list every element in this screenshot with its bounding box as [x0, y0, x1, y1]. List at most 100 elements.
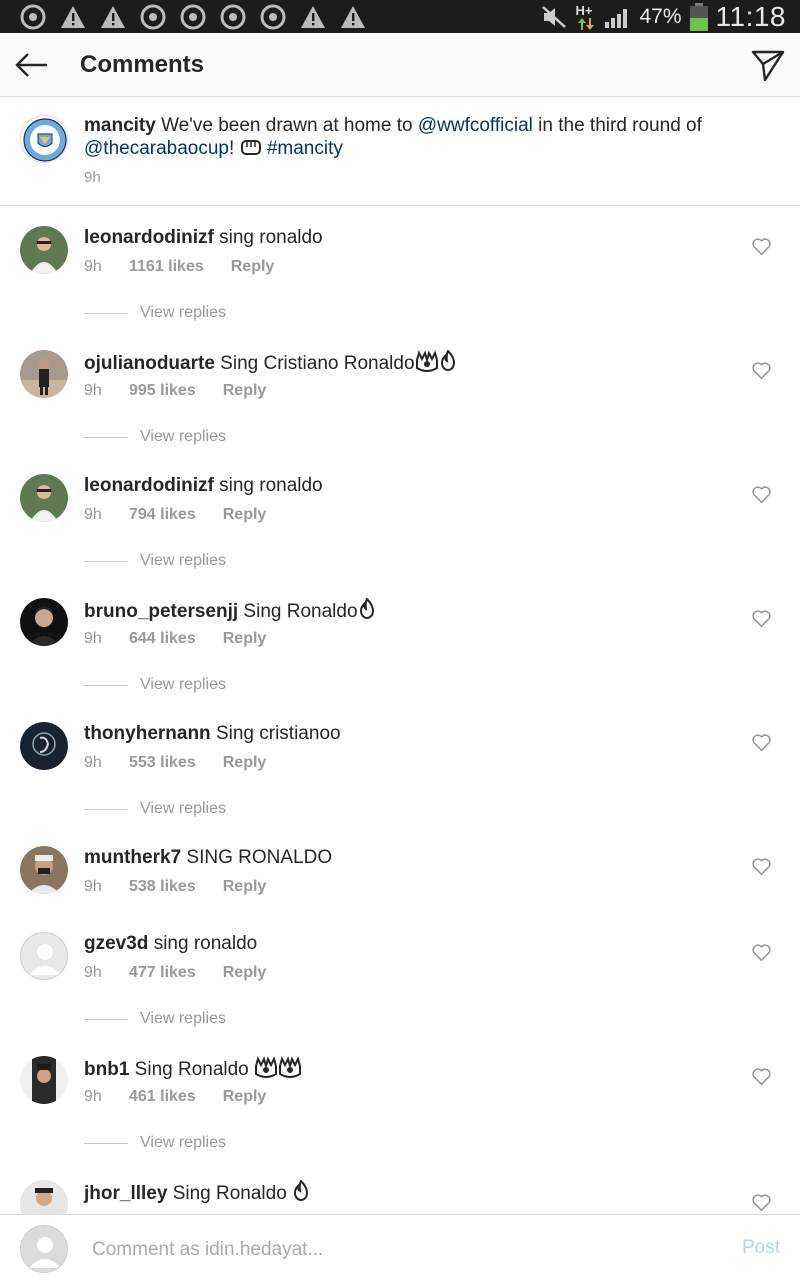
comment-likes[interactable]: 644 likes [129, 630, 196, 648]
comment-likes[interactable]: 461 likes [129, 1088, 196, 1106]
view-replies-divider [84, 560, 128, 562]
reply-button[interactable]: Reply [231, 258, 275, 276]
view-replies[interactable]: View replies [84, 676, 226, 694]
comment-username[interactable]: thonyhernann [84, 723, 211, 744]
view-replies-label[interactable]: View replies [140, 428, 226, 446]
comment-meta: 9h 995 likes Reply [84, 382, 266, 400]
reply-button[interactable]: Reply [223, 1088, 267, 1106]
avatar[interactable] [20, 1180, 68, 1214]
warning-icon [301, 6, 325, 28]
comment-text: leonardodinizf sing ronaldo [84, 474, 323, 497]
direct-send-icon[interactable] [750, 47, 786, 83]
comment-username[interactable]: jhor_llley [84, 1183, 167, 1204]
avatar[interactable] [20, 598, 68, 646]
avatar-photo [20, 598, 68, 646]
comment-username[interactable]: ojulianoduarte [84, 353, 215, 374]
avatar[interactable] [20, 846, 68, 894]
raised-hands-emoji-icon [415, 350, 438, 372]
comment-username[interactable]: gzev3d [84, 933, 148, 954]
current-user-avatar [20, 1225, 68, 1273]
reply-button[interactable]: Reply [223, 382, 267, 400]
back-arrow-icon[interactable] [14, 49, 50, 81]
network-indicator: H+ [575, 3, 597, 31]
comment-text: ojulianoduarte Sing Cristiano Ronaldo [84, 350, 457, 375]
mention-wwfcofficial[interactable]: @wwfcofficial [418, 115, 533, 136]
comment-meta: 9h 553 likes Reply [84, 754, 266, 772]
heart-icon[interactable] [751, 857, 772, 876]
heart-icon[interactable] [751, 1067, 772, 1086]
comment-likes[interactable]: 538 likes [129, 878, 196, 896]
heart-icon[interactable] [751, 609, 772, 628]
caption-text: mancity We've been drawn at home to @wwf… [84, 114, 764, 160]
comment-composer: Post [0, 1214, 800, 1280]
warning-icon [61, 6, 85, 28]
avatar[interactable] [20, 226, 68, 274]
default-avatar-icon [29, 944, 61, 975]
view-replies-label[interactable]: View replies [140, 304, 226, 322]
comment-meta: 9h 794 likes Reply [84, 506, 266, 524]
comment-likes[interactable]: 553 likes [129, 754, 196, 772]
reply-button[interactable]: Reply [223, 964, 267, 982]
comment-likes[interactable]: 794 likes [129, 506, 196, 524]
reply-button[interactable]: Reply [223, 630, 267, 648]
avatar[interactable] [20, 474, 68, 522]
comment-likes[interactable]: 1161 likes [129, 258, 204, 276]
post-button[interactable]: Post [742, 1237, 780, 1259]
warning-icon [101, 6, 125, 28]
comments-header: Comments [0, 33, 800, 97]
comment-username[interactable]: leonardodinizf [84, 475, 214, 496]
mancity-avatar[interactable] [20, 115, 68, 163]
comment-likes[interactable]: 477 likes [129, 964, 196, 982]
comment-time: 9h [84, 258, 102, 275]
reply-button[interactable]: Reply [223, 878, 267, 896]
comment-input[interactable] [92, 1235, 692, 1265]
avatar[interactable] [20, 350, 68, 398]
avatar[interactable] [20, 932, 68, 980]
comment-body: sing ronaldo [213, 227, 323, 248]
view-replies[interactable]: View replies [84, 1010, 226, 1028]
comment-body: Sing cristianoo [210, 723, 341, 744]
heart-icon[interactable] [751, 943, 772, 962]
view-replies-label[interactable]: View replies [140, 1134, 226, 1152]
view-replies[interactable]: View replies [84, 552, 226, 570]
hashtag-mancity[interactable]: #mancity [267, 138, 343, 159]
comment-body: Sing Ronaldo [238, 601, 358, 622]
comment-username[interactable]: bnb1 [84, 1059, 129, 1080]
reply-button[interactable]: Reply [223, 506, 267, 524]
comment-meta: 9h 461 likes Reply [84, 1088, 266, 1106]
comment-text: muntherk7 SING RONALDO [84, 846, 332, 869]
view-replies[interactable]: View replies [84, 800, 226, 818]
page-title: Comments [80, 51, 205, 78]
view-replies-label[interactable]: View replies [140, 800, 226, 818]
comment-body: Sing Ronaldo [167, 1183, 293, 1204]
view-replies-divider [84, 684, 128, 686]
avatar[interactable] [20, 1056, 68, 1104]
heart-icon[interactable] [751, 485, 772, 504]
view-replies[interactable]: View replies [84, 1134, 226, 1152]
comment-text: leonardodinizf sing ronaldo [84, 226, 323, 249]
mute-icon [542, 5, 567, 28]
heart-icon[interactable] [751, 361, 772, 380]
avatar-photo [20, 846, 68, 894]
heart-icon[interactable] [751, 733, 772, 752]
heart-icon[interactable] [751, 237, 772, 256]
view-replies[interactable]: View replies [84, 304, 226, 322]
heart-icon[interactable] [751, 1193, 772, 1212]
view-replies[interactable]: View replies [84, 428, 226, 446]
view-replies-label[interactable]: View replies [140, 1010, 226, 1028]
post-caption: mancity We've been drawn at home to @wwf… [0, 97, 800, 206]
reply-button[interactable]: Reply [223, 754, 267, 772]
comment-username[interactable]: bruno_petersenjj [84, 601, 238, 622]
chrome-icon [180, 4, 206, 30]
comment-time: 9h [84, 506, 102, 523]
comment-username[interactable]: muntherk7 [84, 847, 181, 868]
avatar[interactable] [20, 722, 68, 770]
mention-thecarabaocup[interactable]: @thecarabaocup [84, 138, 229, 159]
view-replies-label[interactable]: View replies [140, 552, 226, 570]
caption-username[interactable]: mancity [84, 115, 156, 136]
comment-username[interactable]: leonardodinizf [84, 227, 214, 248]
chrome-icon [140, 4, 166, 30]
comment-likes[interactable]: 995 likes [129, 382, 196, 400]
comment-meta: 9h 538 likes Reply [84, 878, 266, 896]
view-replies-label[interactable]: View replies [140, 676, 226, 694]
